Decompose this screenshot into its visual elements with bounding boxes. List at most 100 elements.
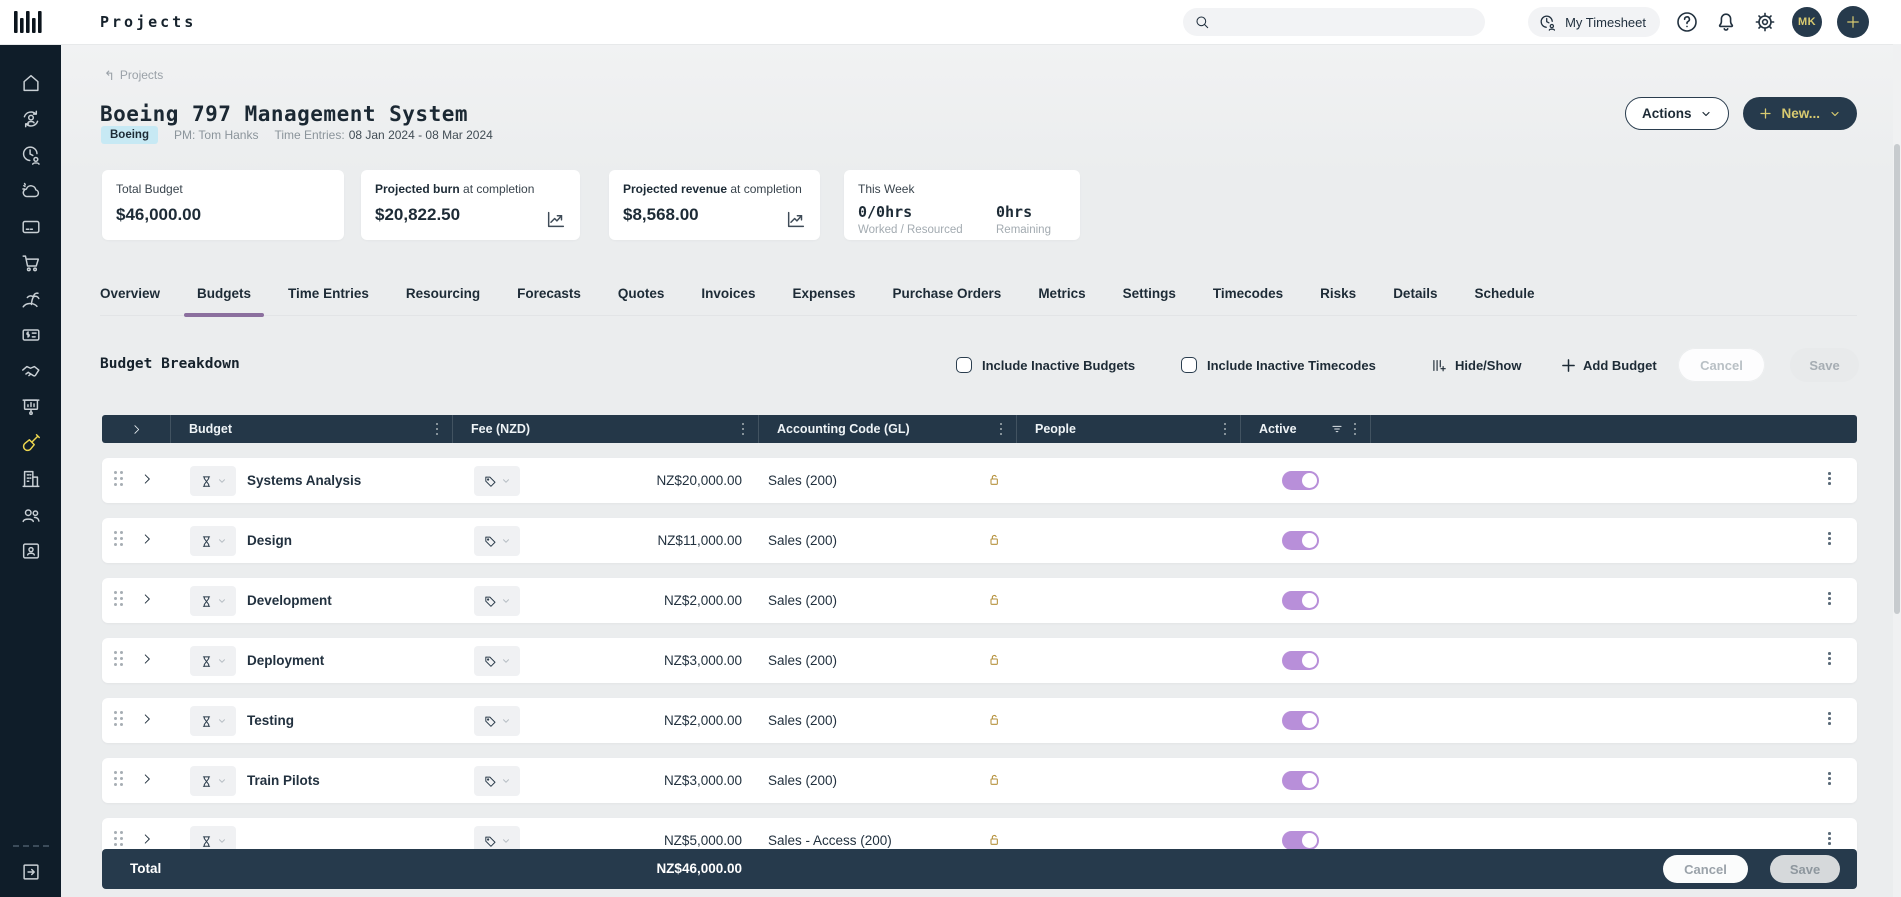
active-toggle[interactable] — [1282, 831, 1319, 850]
row-menu-icon[interactable] — [1826, 530, 1833, 547]
lock-open-icon[interactable] — [986, 772, 1002, 788]
user-avatar[interactable]: MK — [1792, 7, 1822, 37]
notifications-button[interactable] — [1714, 10, 1738, 34]
drag-handle-icon[interactable] — [114, 831, 123, 846]
scrollbar[interactable] — [1893, 44, 1901, 897]
new-button[interactable]: New... — [1743, 97, 1857, 130]
fee-type-dropdown[interactable] — [474, 706, 520, 736]
actions-button[interactable]: Actions — [1624, 97, 1730, 130]
sidebar-item-people[interactable] — [18, 504, 44, 526]
tab-timecodes[interactable]: Timecodes — [1213, 282, 1283, 315]
sidebar-collapse-button[interactable] — [20, 861, 42, 883]
row-expand-button[interactable] — [140, 712, 154, 726]
sidebar-item-billing[interactable] — [18, 216, 44, 238]
budget-type-dropdown[interactable] — [190, 586, 236, 616]
tab-invoices[interactable]: Invoices — [701, 282, 755, 315]
fee-type-dropdown[interactable] — [474, 586, 520, 616]
tab-purchase-orders[interactable]: Purchase Orders — [893, 282, 1002, 315]
active-toggle[interactable] — [1282, 471, 1319, 490]
budget-type-dropdown[interactable] — [190, 766, 236, 796]
sidebar-item-companies[interactable] — [18, 468, 44, 490]
row-menu-icon[interactable] — [1826, 590, 1833, 607]
lock-open-icon[interactable] — [986, 712, 1002, 728]
budget-type-dropdown[interactable] — [190, 706, 236, 736]
hide-show-columns-button[interactable]: Hide/Show — [1424, 348, 1527, 382]
tab-risks[interactable]: Risks — [1320, 282, 1356, 315]
lock-open-icon[interactable] — [986, 592, 1002, 608]
fee-type-dropdown[interactable] — [474, 466, 520, 496]
save-button[interactable]: Save — [1790, 348, 1859, 382]
active-toggle[interactable] — [1282, 771, 1319, 790]
column-menu-icon[interactable] — [998, 421, 1005, 438]
active-toggle[interactable] — [1282, 711, 1319, 730]
drag-handle-icon[interactable] — [114, 531, 123, 546]
add-budget-button[interactable]: Add Budget — [1555, 348, 1663, 382]
include-inactive-budgets-checkbox[interactable]: Include Inactive Budgets — [950, 348, 1141, 382]
active-toggle[interactable] — [1282, 651, 1319, 670]
row-menu-icon[interactable] — [1826, 470, 1833, 487]
column-menu-icon[interactable] — [740, 421, 747, 438]
global-add-button[interactable] — [1837, 6, 1869, 38]
tab-quotes[interactable]: Quotes — [618, 282, 665, 315]
sidebar-item-purchasing[interactable] — [18, 252, 44, 274]
my-timesheet-button[interactable]: My Timesheet — [1528, 7, 1660, 37]
row-menu-icon[interactable] — [1826, 830, 1833, 847]
sidebar-item-invoices[interactable] — [18, 324, 44, 346]
drag-handle-icon[interactable] — [114, 651, 123, 666]
row-menu-icon[interactable] — [1826, 770, 1833, 787]
tab-schedule[interactable]: Schedule — [1474, 282, 1534, 315]
tab-expenses[interactable]: Expenses — [792, 282, 855, 315]
budget-type-dropdown[interactable] — [190, 466, 236, 496]
tab-settings[interactable]: Settings — [1123, 282, 1176, 315]
sidebar-item-timesheets[interactable] — [18, 144, 44, 166]
fee-type-dropdown[interactable] — [474, 646, 520, 676]
tab-forecasts[interactable]: Forecasts — [517, 282, 581, 315]
app-logo-icon[interactable] — [13, 9, 43, 35]
row-expand-button[interactable] — [140, 532, 154, 546]
tab-metrics[interactable]: Metrics — [1038, 282, 1085, 315]
lock-open-icon[interactable] — [986, 652, 1002, 668]
scrollbar-thumb[interactable] — [1894, 144, 1900, 614]
breadcrumb[interactable]: ↰ Projects — [104, 68, 163, 82]
column-menu-icon[interactable] — [434, 421, 441, 438]
fee-type-dropdown[interactable] — [474, 526, 520, 556]
sidebar-item-user-refresh[interactable] — [18, 108, 44, 130]
row-menu-icon[interactable] — [1826, 710, 1833, 727]
lock-open-icon[interactable] — [986, 532, 1002, 548]
drag-handle-icon[interactable] — [114, 711, 123, 726]
fee-type-dropdown[interactable] — [474, 766, 520, 796]
row-expand-button[interactable] — [140, 772, 154, 786]
sidebar-item-leave[interactable] — [18, 288, 44, 310]
budget-type-dropdown[interactable] — [190, 526, 236, 556]
sidebar-item-projects[interactable] — [18, 432, 44, 454]
expand-all-column[interactable] — [102, 415, 170, 443]
column-menu-icon[interactable] — [1222, 421, 1229, 438]
sidebar-item-contacts[interactable] — [18, 540, 44, 562]
drag-handle-icon[interactable] — [114, 591, 123, 606]
filter-icon[interactable] — [1330, 422, 1344, 436]
sidebar-item-reports[interactable] — [18, 396, 44, 418]
help-button[interactable] — [1675, 10, 1699, 34]
sidebar-item-forecasts[interactable] — [18, 180, 44, 202]
row-expand-button[interactable] — [140, 832, 154, 846]
column-menu-icon[interactable] — [1352, 421, 1359, 438]
tab-budgets[interactable]: Budgets — [184, 282, 265, 317]
include-inactive-timecodes-checkbox[interactable]: Include Inactive Timecodes — [1175, 348, 1382, 382]
lock-open-icon[interactable] — [986, 832, 1002, 848]
cancel-button[interactable]: Cancel — [1678, 348, 1765, 382]
search-input[interactable] — [1210, 8, 1485, 36]
budget-type-dropdown[interactable] — [190, 646, 236, 676]
footer-cancel-button[interactable]: Cancel — [1663, 855, 1748, 883]
row-expand-button[interactable] — [140, 592, 154, 606]
tab-time-entries[interactable]: Time Entries — [288, 282, 369, 315]
active-toggle[interactable] — [1282, 591, 1319, 610]
tab-overview[interactable]: Overview — [100, 282, 160, 315]
sidebar-item-home[interactable] — [18, 72, 44, 94]
drag-handle-icon[interactable] — [114, 771, 123, 786]
settings-button[interactable] — [1753, 10, 1777, 34]
row-menu-icon[interactable] — [1826, 650, 1833, 667]
footer-save-button[interactable]: Save — [1770, 855, 1840, 883]
row-expand-button[interactable] — [140, 652, 154, 666]
drag-handle-icon[interactable] — [114, 471, 123, 486]
tab-details[interactable]: Details — [1393, 282, 1437, 315]
